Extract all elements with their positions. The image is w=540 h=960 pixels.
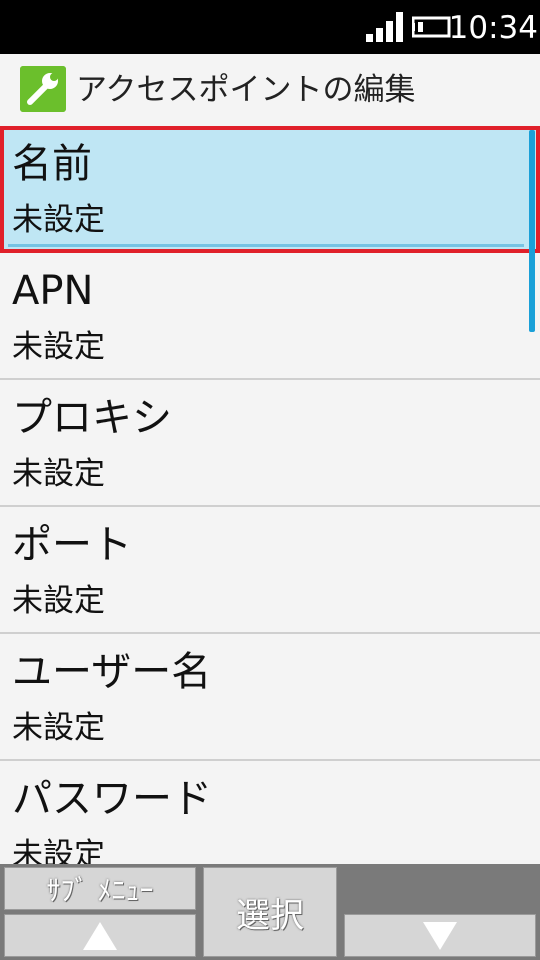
list-item-proxy[interactable]: プロキシ 未設定 bbox=[0, 380, 540, 507]
scrollbar[interactable] bbox=[529, 130, 535, 332]
scroll-up-button[interactable] bbox=[4, 914, 196, 957]
wrench-icon bbox=[20, 66, 66, 112]
list-item-username[interactable]: ユーザー名 未設定 bbox=[0, 634, 540, 761]
submenu-button[interactable]: ｻﾌﾞ ﾒﾆｭｰ bbox=[4, 867, 196, 910]
signal-icon bbox=[366, 12, 403, 42]
list-item-password[interactable]: パスワード 未設定 bbox=[0, 761, 540, 864]
list-item-title: パスワード bbox=[12, 776, 212, 822]
select-button[interactable]: 選択 bbox=[203, 867, 337, 957]
status-bar: 10:34 bbox=[0, 0, 540, 54]
page-title: アクセスポイントの編集 bbox=[76, 72, 416, 108]
list-item-title: プロキシ bbox=[12, 395, 172, 441]
list-item-name[interactable]: 名前 未設定 bbox=[0, 126, 540, 253]
clock: 10:34 bbox=[448, 10, 538, 46]
list-item-value: 未設定 bbox=[12, 583, 105, 619]
settings-list: 名前 未設定 APN 未設定 プロキシ 未設定 ポート 未設定 ユーザー名 未設… bbox=[0, 126, 540, 864]
list-item-title: ポート bbox=[12, 522, 132, 568]
list-item-title: ユーザー名 bbox=[12, 649, 212, 695]
header: アクセスポイントの編集 bbox=[0, 54, 540, 126]
arrow-up-icon bbox=[83, 921, 117, 950]
arrow-down-icon bbox=[423, 921, 457, 950]
list-item-value: 未設定 bbox=[12, 329, 105, 365]
list-item-value: 未設定 bbox=[12, 837, 105, 864]
list-item-value: 未設定 bbox=[12, 456, 105, 492]
list-item-title: 名前 bbox=[12, 141, 92, 187]
list-item-value: 未設定 bbox=[12, 710, 105, 746]
list-item-title: APN bbox=[12, 268, 94, 314]
list-item-port[interactable]: ポート 未設定 bbox=[0, 507, 540, 634]
list-item-apn[interactable]: APN 未設定 bbox=[0, 253, 540, 380]
scroll-down-button[interactable] bbox=[344, 914, 536, 957]
list-item-value: 未設定 bbox=[12, 202, 105, 238]
softkey-bar: ｻﾌﾞ ﾒﾆｭｰ 選択 bbox=[0, 864, 540, 960]
